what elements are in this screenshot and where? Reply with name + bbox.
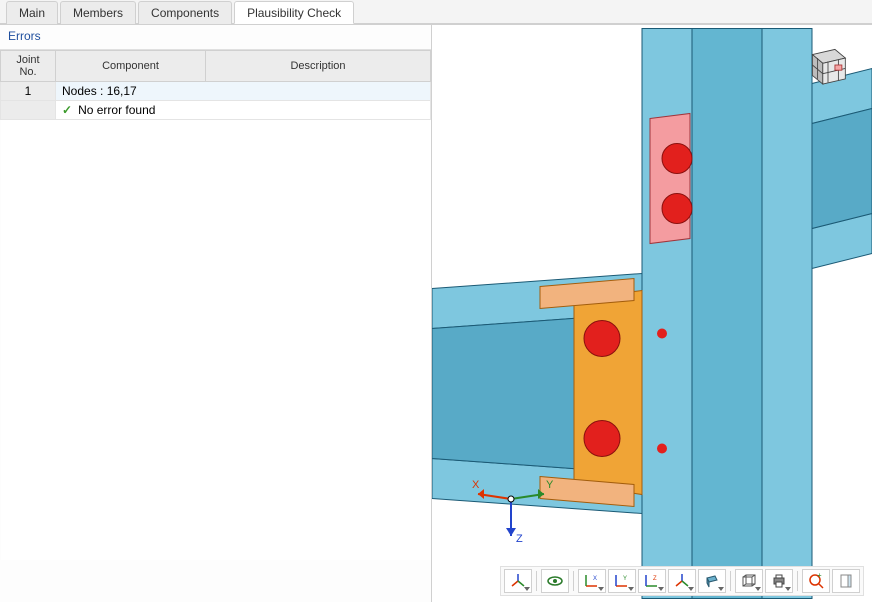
tab-label: Main: [19, 6, 45, 20]
view-xy-button[interactable]: X: [578, 569, 606, 593]
col-component[interactable]: Component: [56, 51, 206, 82]
svg-text:X: X: [593, 576, 597, 582]
cell-joint-no: 1: [1, 82, 56, 101]
errors-panel: Errors Joint No. Component Description 1…: [0, 25, 432, 602]
viewport-3d[interactable]: X Y Z X: [432, 25, 872, 602]
blank-page-button[interactable]: [832, 569, 860, 593]
svg-text:Y: Y: [623, 576, 627, 582]
tab-components[interactable]: Components: [138, 1, 232, 24]
render-mode-button[interactable]: [698, 569, 726, 593]
check-icon: ✓: [62, 103, 72, 117]
view-xz-button[interactable]: Y: [608, 569, 636, 593]
view-yz-button[interactable]: Z: [638, 569, 666, 593]
navigation-cube[interactable]: [802, 39, 854, 91]
axis-triad-button[interactable]: [504, 569, 532, 593]
print-button[interactable]: [765, 569, 793, 593]
cell-empty: [1, 101, 56, 120]
errors-table: Joint No. Component Description 1 Nodes …: [0, 50, 431, 560]
tab-label: Members: [73, 6, 123, 20]
tab-bar: Main Members Components Plausibility Che…: [0, 0, 872, 24]
svg-text:+: +: [817, 572, 822, 580]
tab-label: Plausibility Check: [247, 6, 341, 20]
model-3d[interactable]: [432, 25, 872, 602]
no-error-text: No error found: [78, 103, 155, 117]
wire-cube-button[interactable]: [735, 569, 763, 593]
col-description[interactable]: Description: [206, 51, 431, 82]
tab-main[interactable]: Main: [6, 1, 58, 24]
add-node-button[interactable]: +: [802, 569, 830, 593]
view-eye-button[interactable]: [541, 569, 569, 593]
tab-label: Components: [151, 6, 219, 20]
tab-plausibility-check[interactable]: Plausibility Check: [234, 1, 354, 24]
view-iso-button[interactable]: [668, 569, 696, 593]
viewport-toolbar: X Y Z: [500, 566, 864, 596]
tab-members[interactable]: Members: [60, 1, 136, 24]
cell-nodes: Nodes : 16,17: [56, 82, 431, 101]
cell-no-error: ✓ No error found: [56, 101, 431, 120]
panel-title: Errors: [0, 25, 431, 50]
table-row[interactable]: ✓ No error found: [1, 101, 431, 120]
table-row[interactable]: 1 Nodes : 16,17: [1, 82, 431, 101]
col-joint-no[interactable]: Joint No.: [1, 51, 56, 82]
svg-text:Z: Z: [653, 576, 657, 582]
